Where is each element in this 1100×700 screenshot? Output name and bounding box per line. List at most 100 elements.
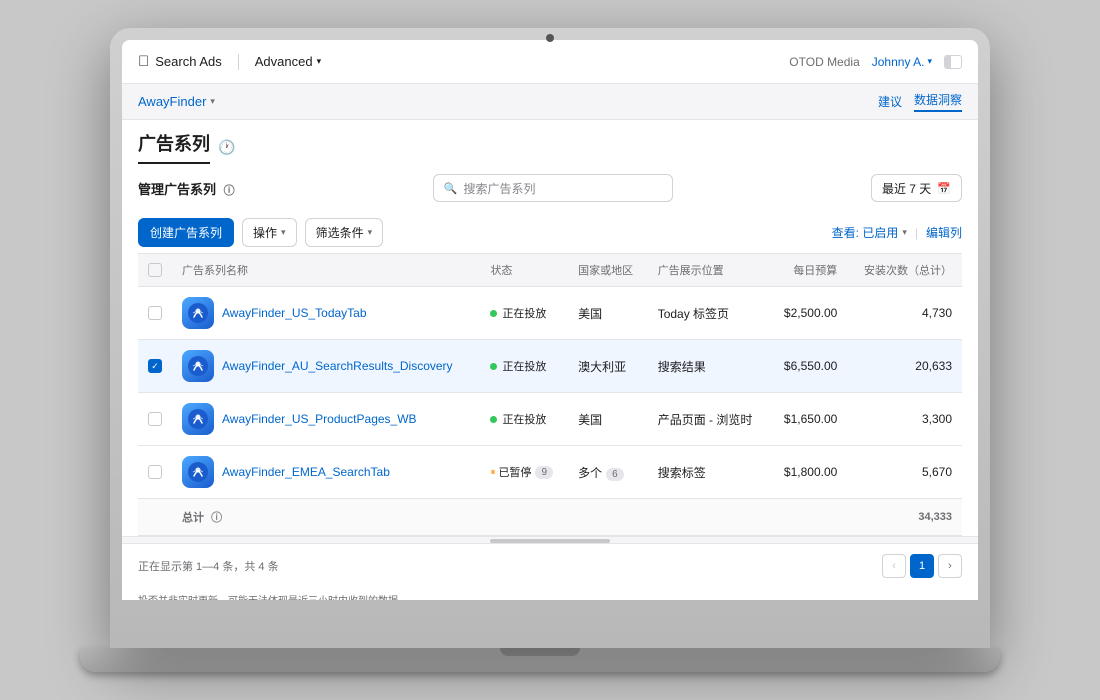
page-header: 广告系列 🕐 xyxy=(122,120,978,164)
campaign-name-link[interactable]: AwayFinder_US_TodayTab xyxy=(222,306,367,320)
row-checkbox[interactable] xyxy=(148,412,162,426)
page-1-button[interactable]: 1 xyxy=(910,554,934,578)
pagination: ‹ 1 › xyxy=(882,554,962,578)
status-cell: 正在投放 xyxy=(480,393,568,446)
status-cell: 正在投放 xyxy=(480,287,568,340)
country-cell: 美国 xyxy=(568,287,648,340)
col-header-placement: 广告展示位置 xyxy=(648,254,770,287)
total-empty xyxy=(138,499,172,536)
country-name: 多个 xyxy=(578,466,602,480)
total-text: 总计 xyxy=(182,512,204,524)
campaign-name-container: AwayFinder_US_ProductPages_WB xyxy=(182,403,470,435)
user-menu[interactable]: Johnny A. ▾ xyxy=(872,55,932,69)
installs-cell: 4,730 xyxy=(847,287,962,340)
select-all-header[interactable] xyxy=(138,254,172,287)
row-checkbox[interactable] xyxy=(148,465,162,479)
pagination-info: 正在显示第 1—4 条，共 4 条 xyxy=(138,558,279,574)
placement-cell: Today 标签页 xyxy=(648,287,770,340)
row-checkbox-cell[interactable] xyxy=(138,446,172,499)
nav-right: OTOD Media Johnny A. ▾ xyxy=(789,55,962,69)
suggestions-link[interactable]: 建议 xyxy=(878,93,902,110)
row-checkbox-cell[interactable] xyxy=(138,340,172,393)
date-range-selector[interactable]: 最近 7 天 📅 xyxy=(871,174,962,202)
toolbar: 管理广告系列 ⓘ 🔍 搜索广告系列 最近 7 天 📅 xyxy=(122,164,978,212)
date-range-label: 最近 7 天 xyxy=(882,180,931,197)
budget-cell: $1,650.00 xyxy=(769,393,847,446)
row-checkbox-cell[interactable] xyxy=(138,287,172,340)
action-bar-left: 创建广告系列 操作 ▾ 筛选条件 ▾ xyxy=(138,218,383,247)
advanced-chevron: ▾ xyxy=(317,56,322,67)
col-header-installs: 安装次数（总计） xyxy=(847,254,962,287)
info-note-line1: 投否并非实时更新，可能无法体现最近三小时内收到的数据。 xyxy=(138,594,962,600)
action-bar: 创建广告系列 操作 ▾ 筛选条件 ▾ 查看: 已启用 ▾ xyxy=(122,212,978,253)
country-cell: 多个6 xyxy=(568,446,648,499)
account-selector[interactable]: AwayFinder ▾ xyxy=(138,94,215,109)
page-title-clock-icon: 🕐 xyxy=(218,139,235,156)
org-name: OTOD Media xyxy=(789,55,859,69)
toolbar-center: 🔍 搜索广告系列 xyxy=(235,174,871,202)
next-page-button[interactable]: › xyxy=(938,554,962,578)
status-cell: 正在投放 xyxy=(480,340,568,393)
status-text: ⏸已暂停9 xyxy=(490,464,558,480)
action-chevron: ▾ xyxy=(281,227,286,238)
country-cell: 美国 xyxy=(568,393,648,446)
budget-cell: $1,800.00 xyxy=(769,446,847,499)
view-toggle[interactable]: 查看: 已启用 ▾ xyxy=(832,224,907,241)
horizontal-scrollbar[interactable] xyxy=(122,536,978,544)
insights-link[interactable]: 数据洞察 xyxy=(914,91,962,112)
campaign-name-cell: AwayFinder_US_ProductPages_WB xyxy=(172,393,480,446)
brand-text: Search Ads xyxy=(155,54,222,69)
manage-info-icon[interactable]: ⓘ xyxy=(224,185,235,197)
advanced-label: Advanced xyxy=(255,54,313,69)
account-name: AwayFinder xyxy=(138,94,206,109)
top-nav:  Search Ads Advanced ▾ OTOD Media Johnn… xyxy=(122,40,978,84)
prev-page-button[interactable]: ‹ xyxy=(882,554,906,578)
status-label: 已暂停 xyxy=(498,464,531,480)
budget-cell: $2,500.00 xyxy=(769,287,847,340)
status-text: 正在投放 xyxy=(490,411,558,427)
total-row: 总计 ⓘ 34,333 xyxy=(138,499,962,536)
advanced-mode-button[interactable]: Advanced ▾ xyxy=(255,54,321,69)
campaign-name-link[interactable]: AwayFinder_US_ProductPages_WB xyxy=(222,412,417,426)
budget-cell: $6,550.00 xyxy=(769,340,847,393)
info-note: 投否并非实时更新，可能无法体现最近三小时内收到的数据。 报告时区为: 美洲/洛杉… xyxy=(122,588,978,600)
installs-cell: 20,633 xyxy=(847,340,962,393)
view-label: 查看: 已启用 xyxy=(832,224,899,241)
select-all-checkbox[interactable] xyxy=(148,263,162,277)
laptop-notch xyxy=(500,648,580,656)
campaign-name-cell: AwayFinder_US_TodayTab xyxy=(172,287,480,340)
search-icon: 🔍 xyxy=(444,182,458,195)
col-header-name: 广告系列名称 xyxy=(172,254,480,287)
filter-button[interactable]: 筛选条件 ▾ xyxy=(305,218,384,247)
campaign-name-link[interactable]: AwayFinder_AU_SearchResults_Discovery xyxy=(222,359,453,373)
create-campaign-button[interactable]: 创建广告系列 xyxy=(138,218,234,247)
status-count: 9 xyxy=(535,466,553,479)
col-header-status: 状态 xyxy=(480,254,568,287)
sub-nav: AwayFinder ▾ 建议 数据洞察 xyxy=(122,84,978,120)
edit-columns-button[interactable]: 编辑列 xyxy=(926,224,962,241)
row-checkbox-cell[interactable] xyxy=(138,393,172,446)
app-icon xyxy=(182,350,214,382)
campaign-name-container: AwayFinder_EMEA_SearchTab xyxy=(182,456,470,488)
col-header-budget: 每日预算 xyxy=(769,254,847,287)
panel-toggle[interactable] xyxy=(944,55,962,69)
row-checkbox[interactable] xyxy=(148,359,162,373)
scroll-thumb[interactable] xyxy=(490,539,610,543)
table-row: AwayFinder_AU_SearchResults_Discovery 正在… xyxy=(138,340,962,393)
total-info-icon[interactable]: ⓘ xyxy=(211,512,222,524)
filter-chevron: ▾ xyxy=(368,227,373,238)
nav-divider xyxy=(238,54,239,70)
campaigns-table: 广告系列名称 状态 国家或地区 广告展示位置 每日预算 安装次数（总计） xyxy=(138,253,962,536)
status-dot xyxy=(490,416,497,423)
nav-left:  Search Ads Advanced ▾ xyxy=(138,53,321,70)
campaign-name-container: AwayFinder_AU_SearchResults_Discovery xyxy=(182,350,470,382)
sub-nav-links: 建议 数据洞察 xyxy=(878,91,962,112)
country-cell: 澳大利亚 xyxy=(568,340,648,393)
status-label: 正在投放 xyxy=(502,411,546,427)
installs-cell: 3,300 xyxy=(847,393,962,446)
status-dot xyxy=(490,310,497,317)
search-box[interactable]: 🔍 搜索广告系列 xyxy=(433,174,673,202)
campaign-name-link[interactable]: AwayFinder_EMEA_SearchTab xyxy=(222,465,390,479)
row-checkbox[interactable] xyxy=(148,306,162,320)
action-button[interactable]: 操作 ▾ xyxy=(242,218,297,247)
